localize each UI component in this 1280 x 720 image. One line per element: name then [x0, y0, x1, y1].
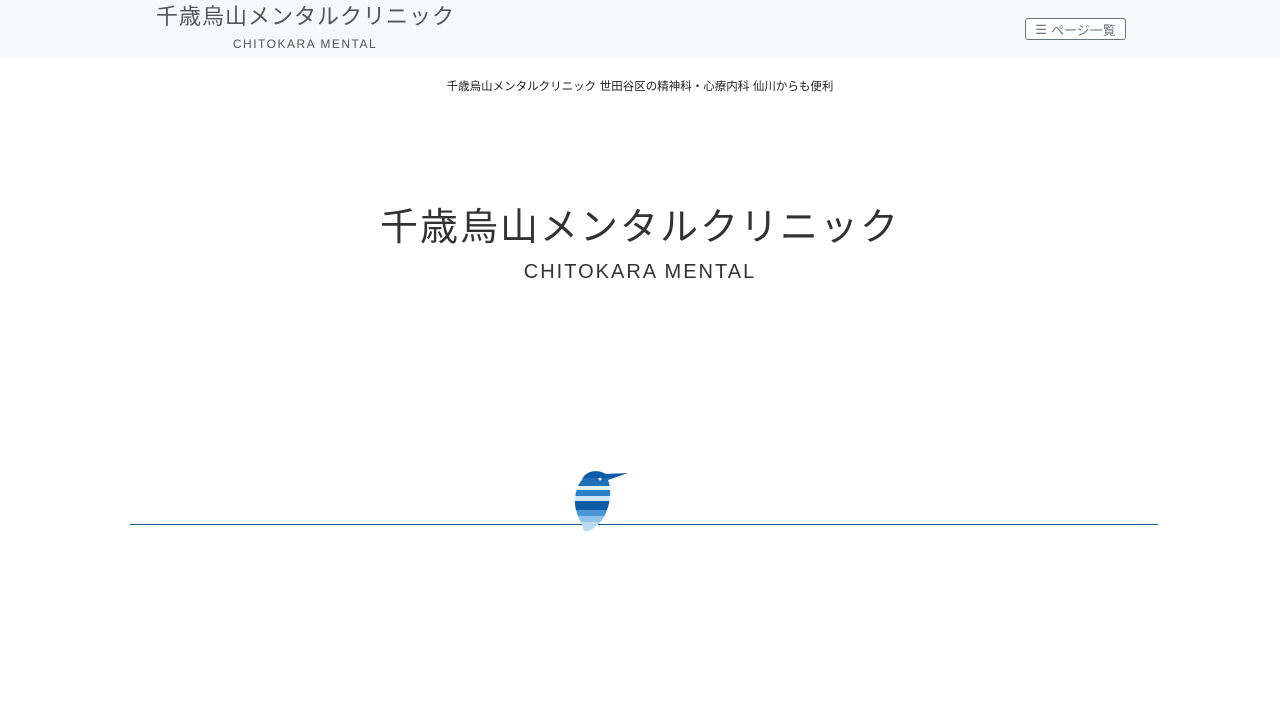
hamburger-icon: ☰	[1035, 21, 1047, 37]
site-header: 千歳烏山メンタルクリニック CHITOKARA MENTAL ☰ ページ一覧	[0, 0, 1280, 58]
page-list-menu-label: ページ一覧	[1050, 22, 1116, 38]
horizon-divider	[130, 524, 1158, 525]
kingfisher-logo-icon	[574, 471, 629, 532]
hero-subtitle: CHITOKARA MENTAL	[523, 261, 757, 283]
site-tagline: 千歳烏山メンタルクリニック 世田谷区の精神科・心療内科 仙川からも便利	[446, 79, 834, 93]
brand-name-en: CHITOKARA MENTAL	[232, 37, 378, 51]
page-list-menu-button[interactable]: ☰ ページ一覧	[1025, 18, 1126, 40]
brand-name-jp: 千歳烏山メンタルクリニック	[156, 5, 456, 30]
page: 千歳烏山メンタルクリニック CHITOKARA MENTAL ☰ ページ一覧 千…	[0, 0, 1280, 720]
site-logo-link[interactable]: 千歳烏山メンタルクリニック CHITOKARA MENTAL	[156, 4, 456, 52]
hero-title: 千歳烏山メンタルクリニック	[379, 205, 900, 249]
